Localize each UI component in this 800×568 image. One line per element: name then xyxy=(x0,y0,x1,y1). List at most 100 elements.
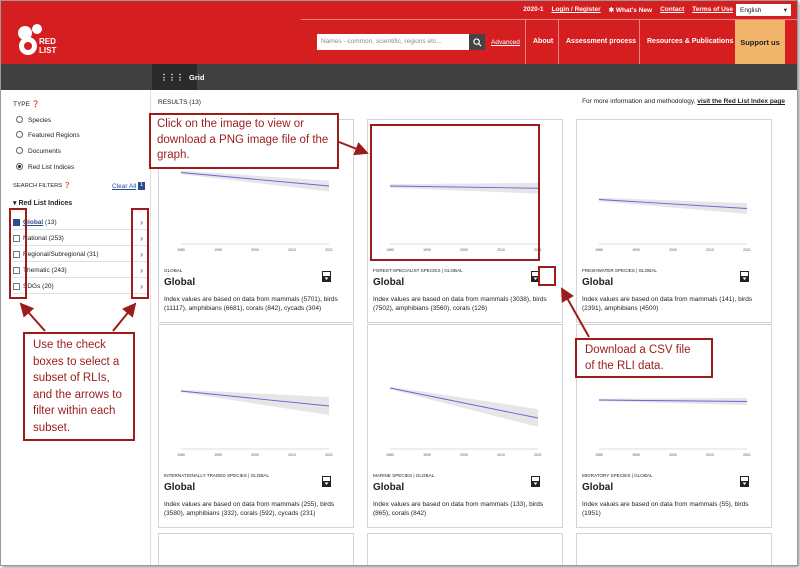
terms-link[interactable]: Terms of Use xyxy=(692,6,733,14)
result-card[interactable]: 1980 1990 2000 2010 2021 INTERNATIONALLY TRAD… xyxy=(158,324,354,528)
nav-about[interactable]: About xyxy=(533,38,553,45)
card-title[interactable]: Global xyxy=(164,482,195,493)
x-tick-label: 2010 xyxy=(288,248,296,252)
type-heading: TYPE ❓ xyxy=(13,101,40,108)
filter-row-global[interactable]: Global (13) › xyxy=(13,215,147,230)
more-info-text: For more information and methodology, vi… xyxy=(582,98,785,105)
confidence-band xyxy=(181,170,329,192)
result-card[interactable] xyxy=(576,533,772,565)
nav-divider xyxy=(639,20,640,64)
filter-group-title[interactable]: ▾ Red List Indices xyxy=(13,199,72,207)
x-tick-label: 1990 xyxy=(214,248,222,252)
x-tick-label: 2010 xyxy=(706,453,714,457)
card-subtitle: MARINE SPECIES | GLOBAL xyxy=(373,473,435,478)
whats-new-link[interactable]: ✱ What's New xyxy=(609,6,652,14)
x-tick-label: 2021 xyxy=(743,248,751,252)
version-label: 2020-1 xyxy=(523,6,544,13)
card-description: Index values are based on data from mamm… xyxy=(373,501,544,517)
card-subtitle: INTERNATIONALLY TRADED SPECIES | GLOBAL xyxy=(164,473,270,478)
svg-text:LIST: LIST xyxy=(39,46,56,55)
contact-link[interactable]: Contact xyxy=(660,6,684,14)
card-subtitle: GLOBAL xyxy=(164,268,183,273)
search-filters-heading: SEARCH FILTERS ❓ xyxy=(13,183,72,189)
card-title[interactable]: Global xyxy=(582,277,613,288)
info-icon[interactable]: ❓ xyxy=(64,183,71,189)
rli-graph-image[interactable]: 1980 1990 2000 2010 2021 xyxy=(368,325,563,465)
info-icon[interactable]: ❓ xyxy=(32,101,40,108)
red-list-index-link[interactable]: visit the Red List Index page xyxy=(697,98,785,105)
card-subtitle: FOREST-SPECIALIST SPECIES | GLOBAL xyxy=(373,268,463,273)
rli-graph-image[interactable]: 1980 1990 2000 2010 2021 xyxy=(577,120,772,260)
clear-all-link[interactable]: Clear All xyxy=(112,183,136,190)
nav-divider xyxy=(525,20,526,64)
result-card[interactable] xyxy=(367,533,563,565)
search-input[interactable]: Names - common, scientific, regions etc.… xyxy=(317,34,469,50)
radio-red-list-indices[interactable] xyxy=(16,163,23,170)
rli-graph-image[interactable]: 1980 1990 2000 2010 2021 xyxy=(159,325,354,465)
card-title[interactable]: Global xyxy=(373,482,404,493)
filter-row-thematic[interactable]: Thematic (243) › xyxy=(13,263,147,278)
login-link[interactable]: Login / Register xyxy=(551,6,600,14)
grid-view-tab[interactable]: ⋮⋮⋮ Grid xyxy=(152,64,204,90)
radio-species[interactable] xyxy=(16,116,23,123)
advanced-search-link[interactable]: Advanced xyxy=(491,39,520,46)
annotation-highlight-arrows xyxy=(131,208,149,299)
result-card[interactable]: 1980 1990 2000 2010 2021 MARINE SPECIES | GLO… xyxy=(367,324,563,528)
x-tick-label: 2021 xyxy=(325,453,333,457)
download-csv-icon[interactable] xyxy=(322,271,331,282)
filter-row-national[interactable]: National (253) › xyxy=(13,231,147,246)
search-icon xyxy=(472,37,482,47)
search-button[interactable] xyxy=(469,34,485,50)
x-tick-label: 2010 xyxy=(706,248,714,252)
annotation-highlight-checkboxes xyxy=(9,208,27,299)
card-title[interactable]: Global xyxy=(164,277,195,288)
nav-assessment-process[interactable]: Assessment process xyxy=(566,38,636,45)
radio-label: Species xyxy=(28,117,52,124)
annotation-checkbox-tip: Use the check boxes to select a subset o… xyxy=(23,332,135,441)
filter-sidebar: TYPE ❓ Species Featured Regions Document… xyxy=(1,90,151,565)
card-subtitle: FRESHWATER SPECIES | GLOBAL xyxy=(582,268,657,273)
download-csv-icon[interactable] xyxy=(740,476,749,487)
card-title[interactable]: Global xyxy=(582,482,613,493)
utility-links: 2020-1 Login / Register ✱ What's New Con… xyxy=(523,6,733,14)
card-title[interactable]: Global xyxy=(373,277,404,288)
download-csv-icon[interactable] xyxy=(322,476,331,487)
language-select[interactable]: English ▾ xyxy=(736,4,791,16)
results-count: RESULTS (13) xyxy=(158,99,201,106)
card-description: Index values are based on data from mamm… xyxy=(164,296,338,312)
card-description: Index values are based on data from mamm… xyxy=(373,296,547,312)
radio-featured-regions[interactable] xyxy=(16,131,23,138)
x-tick-label: 1990 xyxy=(214,453,222,457)
annotation-image-tip: Click on the image to view or download a… xyxy=(149,113,339,169)
support-us-button[interactable]: Support us xyxy=(735,20,785,64)
result-card[interactable] xyxy=(158,533,354,565)
x-tick-label: 1990 xyxy=(423,453,431,457)
card-description: Index values are based on data from mamm… xyxy=(582,501,749,517)
radio-documents[interactable] xyxy=(16,147,23,154)
filter-row-sdgs[interactable]: SDGs (20) › xyxy=(13,279,147,294)
annotation-highlight-csv xyxy=(538,266,556,286)
x-tick-label: 2010 xyxy=(288,453,296,457)
filter-row-regional[interactable]: Regional/Subregional (31) › xyxy=(13,247,147,262)
star-icon: ✱ xyxy=(608,7,616,14)
x-tick-label: 2000 xyxy=(251,453,259,457)
confidence-band xyxy=(599,197,747,214)
download-csv-icon[interactable] xyxy=(740,271,749,282)
annotation-csv-tip: Download a CSV file of the RLI data. xyxy=(575,338,713,378)
annotation-highlight-graph xyxy=(370,124,540,261)
card-description: Index values are based on data from mamm… xyxy=(582,296,753,312)
red-list-logo[interactable]: RED LIST xyxy=(15,23,75,59)
view-toolbar: ⋮⋮⋮ Grid xyxy=(1,64,797,90)
nav-resources-publications[interactable]: Resources & Publications xyxy=(647,38,733,45)
card-subtitle: MIGRATORY SPECIES | GLOBAL xyxy=(582,473,653,478)
x-tick-label: 2021 xyxy=(743,453,751,457)
grid-icon: ⋮⋮⋮ xyxy=(160,72,184,82)
site-header: RED LIST 2020-1 Login / Register ✱ What'… xyxy=(1,1,797,64)
x-tick-label: 2010 xyxy=(497,453,505,457)
x-tick-label: 2000 xyxy=(251,248,259,252)
x-tick-label: 2000 xyxy=(460,453,468,457)
result-card[interactable]: 1980 1990 2000 2010 2021 FRESHWATER SPECIES |… xyxy=(576,119,772,323)
download-csv-icon[interactable] xyxy=(531,476,540,487)
filter-count-badge: 1 xyxy=(138,182,145,190)
x-tick-label: 1980 xyxy=(177,453,185,457)
